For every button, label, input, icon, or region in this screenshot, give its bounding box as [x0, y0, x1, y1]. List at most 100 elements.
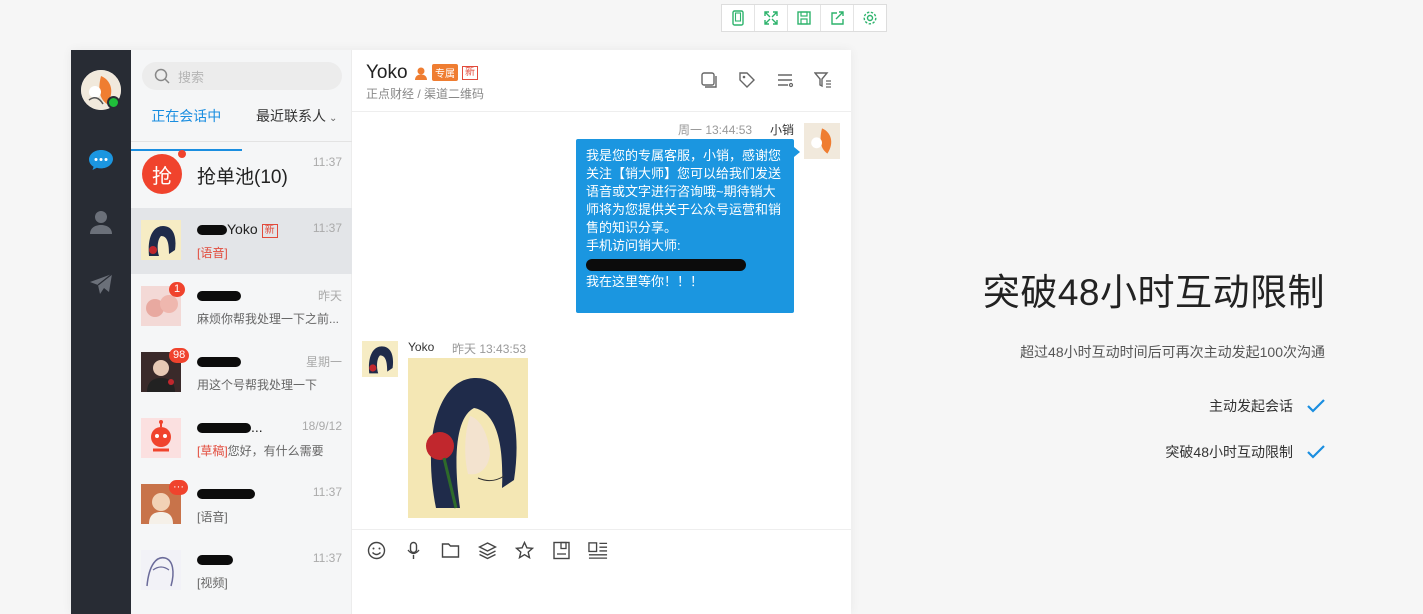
search-input[interactable]: 搜索	[142, 62, 342, 90]
tab-recent-contacts[interactable]: 最近联系人 ⌄	[242, 100, 353, 141]
filter-button[interactable]	[813, 70, 833, 90]
conversation-preview: [草稿]您好，有什么需要	[197, 442, 324, 459]
page: 搜索 正在会话中 最近联系人 ⌄ 抢 抢单池(10) 11:37 Yoko 新 …	[0, 0, 1423, 614]
draft-tag: [草稿]	[197, 444, 228, 458]
message-composer	[352, 529, 851, 614]
conversation-time: 11:37	[312, 155, 342, 169]
snippet-button[interactable]	[551, 540, 571, 560]
emoji-button[interactable]	[366, 540, 386, 560]
new-tag: 新	[462, 65, 478, 80]
contact-avatar	[362, 341, 398, 377]
save-button[interactable]	[788, 5, 821, 31]
conversation-preview: 麻烦你帮我处理一下之前...	[197, 312, 340, 326]
fullscreen-button[interactable]	[755, 5, 788, 31]
chat-app-window: 搜索 正在会话中 最近联系人 ⌄ 抢 抢单池(10) 11:37 Yoko 新 …	[71, 50, 851, 614]
tab-active-sessions-label: 正在会话中	[151, 108, 222, 124]
agent-avatar	[804, 123, 840, 159]
copy-button[interactable]	[699, 70, 719, 90]
draft-text: 您好，有什么需要	[227, 444, 324, 458]
nav-rail	[71, 50, 131, 614]
conversation-time: 11:37	[312, 551, 342, 565]
avatar	[141, 220, 181, 260]
conversation-item[interactable]: 1 麻烦你帮我处理一下之前... 昨天	[131, 274, 352, 340]
search-placeholder: 搜索	[178, 69, 205, 85]
list-icon	[778, 74, 794, 88]
rail-contacts[interactable]	[87, 208, 115, 236]
emoji-icon	[367, 541, 385, 559]
conversation-preview: [语音]	[197, 244, 228, 261]
star-icon	[514, 540, 534, 559]
favorite-button[interactable]	[514, 540, 534, 560]
outgoing-message-bubble[interactable]: 我是您的专属客服，小销，感谢您关注【销大师】您可以给我们发送语音或文字进行咨询哦…	[576, 139, 800, 313]
message-sender: 小销	[770, 123, 795, 137]
image-message[interactable]	[408, 358, 528, 518]
check-icon	[1307, 399, 1325, 413]
check-icon	[1307, 445, 1325, 459]
conversation-item[interactable]: ··· [语音] 11:37	[131, 472, 352, 538]
feature-title: 突破48小时互动限制	[982, 272, 1325, 313]
message-time: 周一 13:44:53	[678, 123, 753, 137]
conversation-item[interactable]: 98 用这个号帮我处理一下 星期一	[131, 340, 352, 406]
tab-active-sessions[interactable]: 正在会话中	[131, 100, 242, 151]
contacts-icon	[90, 211, 112, 234]
layout-icon	[588, 541, 608, 559]
message-line: 我在这里等你！！！	[586, 274, 704, 289]
settings-button[interactable]	[854, 5, 886, 31]
chat-title: Yoko	[366, 62, 408, 83]
chat-title-tags: 专属 新	[414, 64, 478, 81]
layout-button[interactable]	[588, 540, 608, 560]
file-button[interactable]	[440, 540, 460, 560]
conversation-panel: 搜索 正在会话中 最近联系人 ⌄ 抢 抢单池(10) 11:37 Yoko 新 …	[131, 50, 352, 614]
conversation-name	[197, 287, 241, 303]
share-button[interactable]	[821, 5, 854, 31]
new-badge: 新	[261, 224, 278, 238]
rail-messages[interactable]	[87, 146, 115, 174]
rail-broadcast[interactable]	[87, 270, 115, 298]
conversation-preview: [视频]	[197, 576, 228, 590]
conversation-time: 星期一	[305, 355, 342, 369]
unread-badge: ···	[169, 480, 188, 495]
list-button[interactable]	[775, 70, 795, 90]
conversation-item[interactable]: ... [草稿]您好，有什么需要 18/9/12	[131, 406, 352, 472]
message-line: 手机访问销大师:	[586, 238, 681, 253]
feature-item-label: 主动发起会话	[1209, 398, 1293, 414]
conversation-name: Yoko 新	[197, 221, 278, 238]
voice-button[interactable]	[403, 540, 423, 560]
unread-badge: 98	[169, 348, 190, 363]
conversation-preview: 用这个号帮我处理一下	[197, 378, 318, 392]
tab-recent-contacts-label: 最近联系人	[256, 108, 327, 124]
conversation-item[interactable]: [视频] 11:37	[131, 538, 352, 604]
exclusive-tag: 专属	[432, 64, 458, 81]
conversation-name-suffix: ...	[251, 419, 263, 435]
chat-header-actions	[699, 70, 833, 90]
chat-header: Yoko 专属 新 正点财经 / 渠道二维码	[352, 50, 851, 112]
message-line: 我是您的专属客服，小销，感谢您关注【销大师】您可以给我们发送语音或文字进行咨询哦…	[586, 148, 782, 235]
conversation-time: 18/9/12	[301, 419, 342, 433]
material-button[interactable]	[477, 540, 497, 560]
mobile-icon	[732, 10, 744, 26]
online-status-dot	[107, 96, 120, 109]
chat-bubble-icon	[89, 150, 113, 170]
order-pool-item[interactable]: 抢 抢单池(10) 11:37	[131, 142, 352, 208]
conversation-tabs: 正在会话中 最近联系人 ⌄	[131, 100, 353, 151]
feature-item: 主动发起会话	[1209, 396, 1325, 416]
customer-service-icon	[415, 67, 427, 80]
save-icon	[797, 11, 811, 25]
conversation-name	[197, 485, 255, 501]
message-time: 昨天 13:43:53	[452, 342, 527, 356]
copy-icon	[701, 72, 717, 88]
mobile-preview-button[interactable]	[722, 5, 755, 31]
voice-tag: [语音]	[197, 246, 228, 260]
tag-button[interactable]	[737, 70, 757, 90]
conversation-time: 11:37	[312, 485, 342, 499]
conversation-item[interactable]: Yoko 新 [语音] 11:37	[131, 208, 352, 274]
avatar	[141, 550, 181, 590]
chevron-down-icon: ⌄	[329, 113, 338, 124]
settings-icon	[863, 11, 877, 25]
chat-pane: Yoko 专属 新 正点财经 / 渠道二维码 周一 13:44:53 小销 我是…	[352, 50, 851, 614]
folder-icon	[441, 542, 459, 558]
top-toolbar	[721, 4, 887, 32]
message-sender: Yoko	[408, 340, 435, 354]
note-icon	[552, 541, 570, 559]
avatar	[141, 418, 181, 458]
